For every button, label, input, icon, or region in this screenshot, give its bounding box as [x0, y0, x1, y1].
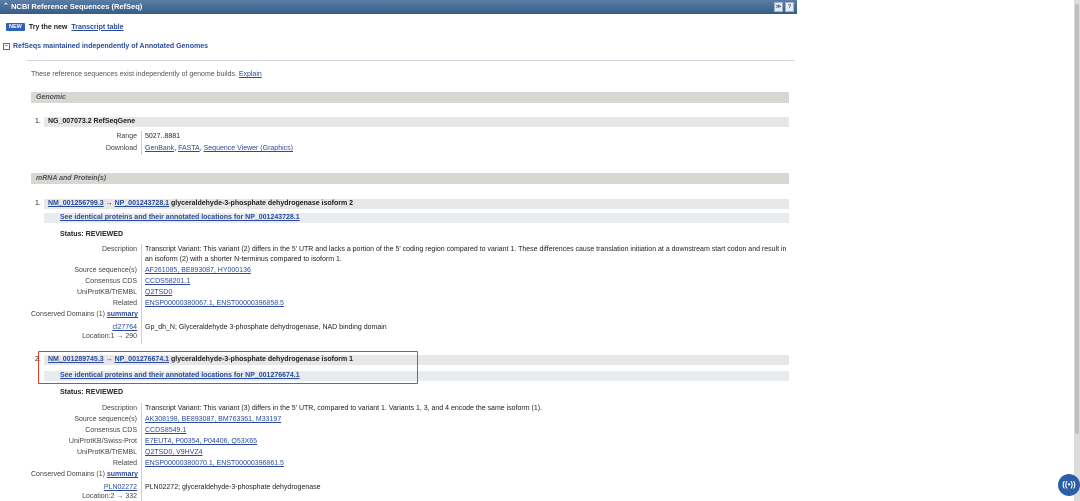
identical-proteins-link[interactable]: See identical proteins and their annotat… [60, 214, 300, 221]
uniprot-link[interactable]: Q2TSD0, V9HVZ4 [145, 449, 203, 456]
conserved-domains-row: Conserved Domains (1) summary [31, 471, 138, 478]
domain-id-link[interactable]: PLN02272 [104, 484, 137, 491]
genomic-heading: Genomic [31, 92, 789, 103]
collapse-caret-icon[interactable]: ⌃ [3, 0, 9, 14]
swissprot-label: UniProtKB/Swiss-Prot [68, 438, 137, 445]
new-banner-text: Try the new [28, 23, 68, 31]
kv-separator [141, 131, 142, 155]
divider [27, 60, 794, 61]
uniprot-link[interactable]: Q2TSD0 [145, 289, 172, 296]
ccds-label: Consensus CDS [85, 278, 137, 285]
source-links[interactable]: AF261085, BE893087, HY000136 [145, 267, 251, 274]
explain-link[interactable]: Explain [239, 71, 262, 78]
source-label: Source sequence(s) [74, 416, 137, 423]
uniprot-label: UniProtKB/TrEMBL [76, 449, 137, 456]
range-label: Range [116, 133, 137, 140]
ccds-label: Consensus CDS [85, 427, 137, 434]
panel-header[interactable]: ⌃ NCBI Reference Sequences (RefSeq) ≫ ? [0, 0, 797, 14]
status-label: Status: REVIEWED [60, 389, 124, 396]
section-title: RefSeqs maintained independently of Anno… [13, 43, 208, 50]
refseq-panel: ⌃ NCBI Reference Sequences (RefSeq) ≫ ? … [0, 0, 797, 501]
intro-text: These reference sequences exist independ… [31, 71, 262, 78]
status-label: Status: REVIEWED [60, 231, 124, 238]
ccds-link[interactable]: CCDS58201.1 [145, 278, 190, 285]
domain-location: Location:2 → 332 [82, 493, 137, 500]
domain-description: PLN02272; glyceraldehyde-3-phosphate deh… [145, 484, 321, 491]
mrna-item-number: 1. [35, 200, 41, 207]
nm-link[interactable]: NM_001256799.3 [48, 200, 104, 207]
np-link[interactable]: NP_001243728.1 [115, 200, 170, 207]
conserved-domains-row: Conserved Domains (1) summary [31, 311, 138, 318]
highlight-box [38, 351, 418, 384]
domain-id: PLN02272 [48, 484, 137, 491]
transcript-table-link[interactable]: Transcript table [71, 24, 123, 31]
new-badge: NEW [6, 23, 25, 31]
section-heading[interactable]: − RefSeqs maintained independently of An… [3, 43, 208, 50]
related-label: Related [112, 460, 137, 467]
domain-id-link[interactable]: cl27764 [112, 324, 137, 331]
domain-location: Location:1 → 290 [82, 333, 137, 340]
description-label: Description [101, 246, 137, 253]
collapse-toggle-icon[interactable]: − [3, 43, 10, 50]
panel-title: NCBI Reference Sequences (RefSeq) [11, 2, 143, 11]
genbank-link[interactable]: GenBank [145, 145, 174, 152]
new-banner: NEW Try the new Transcript table [6, 22, 124, 32]
kv-separator [141, 403, 142, 501]
related-label: Related [112, 300, 137, 307]
genomic-item-title: NG_007073.2 RefSeqGene [44, 117, 789, 127]
download-label: Download [105, 145, 137, 152]
source-label: Source sequence(s) [74, 267, 137, 274]
summary-link[interactable]: summary [107, 471, 138, 478]
ccds-link[interactable]: CCDS8549.1 [145, 427, 186, 434]
identical-proteins-row: See identical proteins and their annotat… [44, 213, 789, 223]
description-value: Transcript Variant: This variant (3) dif… [145, 405, 543, 412]
domain-id: cl27764 [48, 324, 137, 331]
mrna-heading: mRNA and Protein(s) [31, 173, 789, 184]
uniprot-label: UniProtKB/TrEMBL [76, 289, 137, 296]
swissprot-links[interactable]: E7EUT4, P00354, P04406, Q53X65 [145, 438, 257, 445]
source-links[interactable]: AK308198, BE893087, BM763361, M33197 [145, 416, 281, 423]
genomic-item-number: 1. [35, 118, 41, 125]
scrollbar-thumb[interactable] [1075, 4, 1079, 434]
protein-description: glyceraldehyde-3-phosphate dehydrogenase… [171, 200, 354, 207]
download-links: GenBank, FASTA, Sequence Viewer (Graphic… [145, 145, 293, 152]
conserved-domains-label: Conserved Domains (1) [31, 471, 105, 478]
page-scrollbar[interactable] [1074, 0, 1080, 501]
range-value: 5027..8881 [145, 133, 181, 140]
kv-separator [141, 244, 142, 344]
mrna-item-title: NM_001256799.3 → NP_001243728.1 glyceral… [44, 199, 789, 209]
description-value-cont: an isoform (2) with a shorter N-terminus… [145, 256, 342, 263]
domain-description: Gp_dh_N; Glyceraldehyde 3-phosphate dehy… [145, 324, 387, 331]
description-value: Transcript Variant: This variant (2) dif… [145, 246, 787, 253]
conserved-domains-label: Conserved Domains (1) [31, 311, 105, 318]
intro-sentence: These reference sequences exist independ… [31, 71, 237, 78]
sequence-viewer-link[interactable]: Sequence Viewer (Graphics) [204, 145, 293, 152]
description-label: Description [101, 405, 137, 412]
panel-header-buttons: ≫ ? [774, 2, 794, 12]
fasta-link[interactable]: FASTA [178, 145, 200, 152]
related-links[interactable]: ENSP00000380067.1, ENST00000396858.5 [145, 300, 284, 307]
help-icon[interactable]: ? [785, 2, 794, 12]
expand-icon[interactable]: ≫ [774, 2, 783, 12]
feedback-button[interactable]: ((•)) [1058, 474, 1080, 496]
related-links[interactable]: ENSP00000380070.1, ENST00000396861.5 [145, 460, 284, 467]
summary-link[interactable]: summary [107, 311, 138, 318]
arrow-icon: → [105, 200, 113, 207]
